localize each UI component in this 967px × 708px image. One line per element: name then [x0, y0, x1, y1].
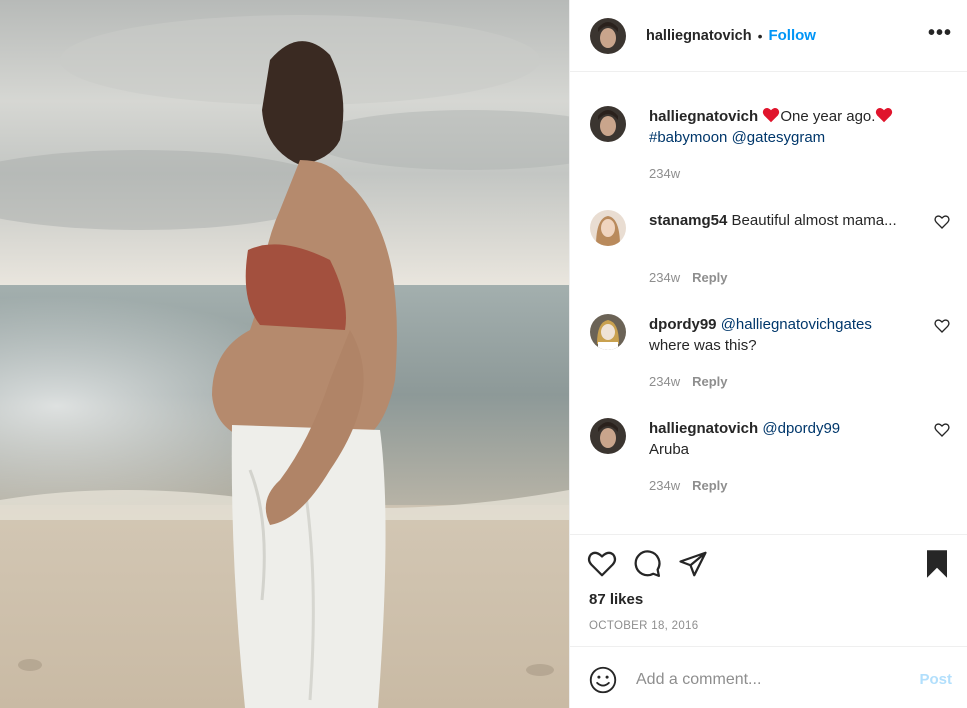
comment-icon[interactable] — [632, 549, 662, 579]
heart-icon[interactable] — [587, 549, 617, 579]
follow-button[interactable]: Follow — [768, 27, 816, 44]
caption-time[interactable]: 234w — [649, 166, 680, 181]
add-comment-input[interactable] — [636, 667, 906, 693]
comment-text: where was this? — [649, 337, 757, 354]
likes-count[interactable]: 87 likes — [589, 591, 643, 608]
like-comment-heart-icon[interactable] — [934, 214, 950, 230]
mention-link[interactable]: @dpordy99 — [762, 420, 840, 437]
comment-meta: 234w Reply — [649, 374, 727, 389]
comment-meta: 234w Reply — [649, 478, 727, 493]
comment-body: halliegnatovich @dpordy99 Aruba — [649, 418, 909, 460]
comment-text: Beautiful almost mama... — [731, 212, 897, 229]
header-username[interactable]: halliegnatovich — [646, 28, 752, 44]
comment-text: Aruba — [649, 441, 690, 458]
add-comment-bar: Post — [570, 646, 967, 708]
comments-list[interactable]: halliegnatovich One year ago. #babymoon … — [570, 72, 967, 534]
avatar[interactable] — [590, 210, 626, 246]
post-actions: 87 likes OCTOBER 18, 2016 — [570, 534, 967, 646]
post-date[interactable]: OCTOBER 18, 2016 — [589, 620, 698, 632]
comment-body: stanamg54 Beautiful almost mama... — [649, 210, 909, 231]
post-side-panel: halliegnatovich • Follow ••• halliegnato… — [569, 0, 967, 708]
comment-username[interactable]: stanamg54 — [649, 212, 727, 229]
post-header: halliegnatovich • Follow ••• — [570, 0, 967, 72]
avatar[interactable] — [590, 314, 626, 350]
reply-button[interactable]: Reply — [692, 478, 727, 493]
comment-username[interactable]: dpordy99 — [649, 316, 717, 333]
instagram-post: halliegnatovich • Follow ••• halliegnato… — [0, 0, 967, 708]
beach-pregnancy-photo — [0, 0, 569, 708]
share-icon[interactable] — [678, 549, 708, 579]
more-options-icon[interactable]: ••• — [928, 22, 952, 45]
caption-meta: 234w — [649, 166, 680, 181]
red-heart-emoji-icon — [763, 107, 780, 123]
reply-button[interactable]: Reply — [692, 374, 727, 389]
comment-meta: 234w Reply — [649, 270, 727, 285]
comment-item: halliegnatovich @dpordy99 Aruba 234w Repl… — [590, 418, 950, 498]
reply-button[interactable]: Reply — [692, 270, 727, 285]
comment-time[interactable]: 234w — [649, 374, 680, 389]
post-photo[interactable] — [0, 0, 569, 708]
caption-text: One year ago. — [780, 108, 876, 125]
like-comment-heart-icon[interactable] — [934, 318, 950, 334]
comment-body: dpordy99 @halliegnatovichgates where was… — [649, 314, 909, 356]
mention-link[interactable]: @halliegnatovichgates — [721, 316, 872, 333]
avatar[interactable] — [590, 17, 626, 54]
avatar[interactable] — [590, 106, 626, 142]
caption: halliegnatovich One year ago. #babymoon … — [590, 106, 950, 186]
bookmark-icon[interactable] — [922, 549, 952, 579]
post-comment-button[interactable]: Post — [919, 671, 952, 688]
comment-username[interactable]: halliegnatovich — [649, 420, 758, 437]
comment-time[interactable]: 234w — [649, 270, 680, 285]
comment-item: dpordy99 @halliegnatovichgates where was… — [590, 314, 950, 394]
mention-link[interactable]: @gatesygram — [732, 129, 826, 146]
like-comment-heart-icon[interactable] — [934, 422, 950, 438]
hashtag-link[interactable]: #babymoon — [649, 129, 727, 146]
comment-item: stanamg54 Beautiful almost mama... 234w R… — [590, 210, 950, 290]
red-heart-emoji-icon — [876, 107, 893, 123]
caption-body: halliegnatovich One year ago. #babymoon … — [649, 106, 949, 148]
separator-dot: • — [757, 27, 763, 44]
comment-time[interactable]: 234w — [649, 478, 680, 493]
emoji-icon[interactable] — [589, 666, 617, 694]
avatar[interactable] — [590, 418, 626, 454]
caption-username[interactable]: halliegnatovich — [649, 108, 758, 125]
